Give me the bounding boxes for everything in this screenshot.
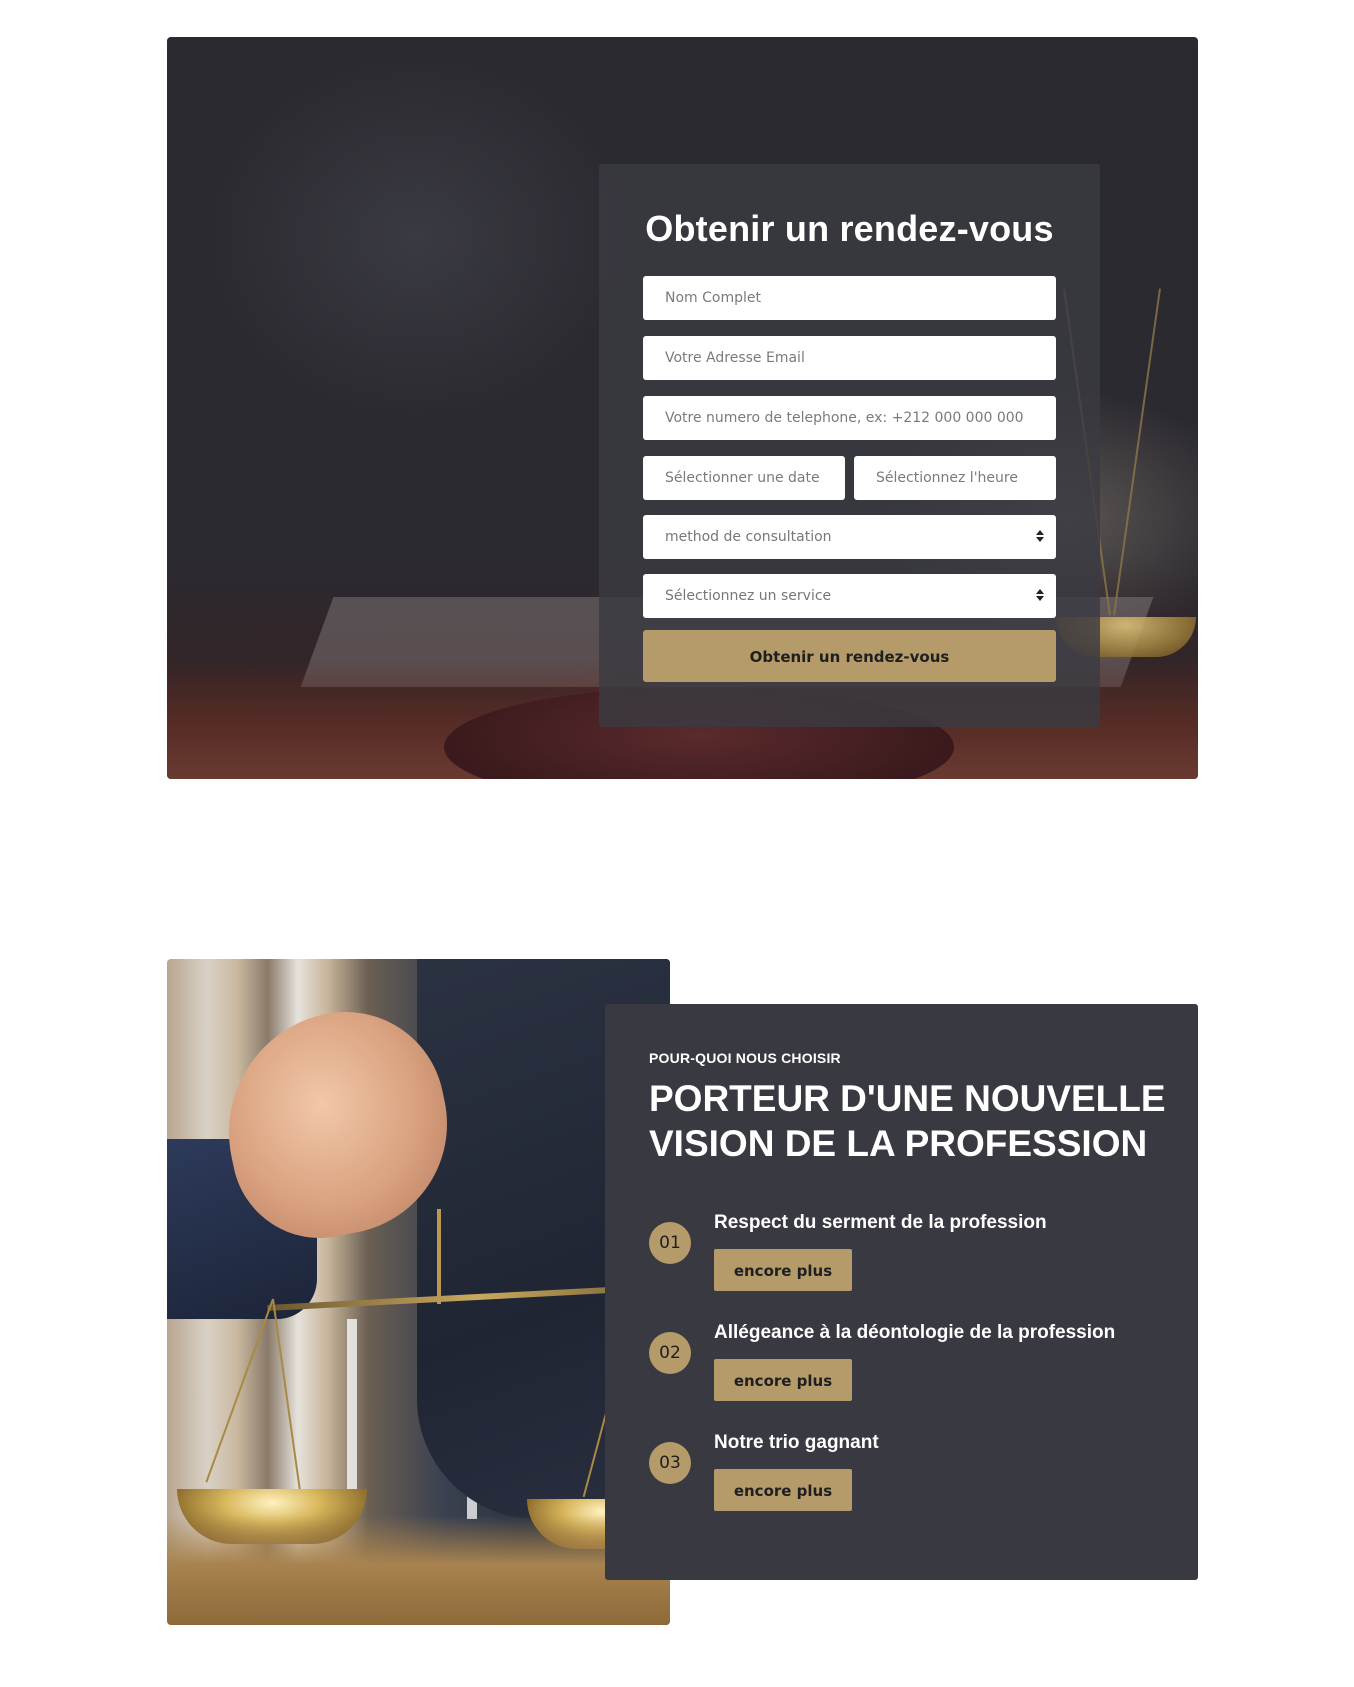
select-arrows-icon xyxy=(1036,588,1044,604)
item-number-badge: 02 xyxy=(649,1332,691,1374)
date-input[interactable] xyxy=(643,456,845,500)
consultation-method-select[interactable]: method de consultation xyxy=(643,515,1056,559)
item-number-badge: 03 xyxy=(649,1442,691,1484)
item-title: Respect du serment de la profession xyxy=(714,1212,1047,1233)
select-arrows-icon xyxy=(1036,529,1044,545)
time-input[interactable] xyxy=(854,456,1056,500)
full-name-input[interactable] xyxy=(643,276,1056,320)
appointment-section: Obtenir un rendez-vous method de consult… xyxy=(167,37,1198,779)
list-item: 03 Notre trio gagnant encore plus xyxy=(649,1432,1169,1522)
read-more-button[interactable]: encore plus xyxy=(714,1359,852,1401)
service-value: Sélectionnez un service xyxy=(665,588,832,604)
list-item: 02 Allégeance à la déontologie de la pro… xyxy=(649,1322,1169,1412)
why-choose-us-card: POUR-QUOI NOUS CHOISIR PORTEUR D'UNE NOU… xyxy=(605,1004,1198,1580)
form-title: Obtenir un rendez-vous xyxy=(645,208,1054,249)
appointment-form: Obtenir un rendez-vous method de consult… xyxy=(599,164,1100,727)
phone-input[interactable] xyxy=(643,396,1056,440)
item-number-badge: 01 xyxy=(649,1222,691,1264)
email-input[interactable] xyxy=(643,336,1056,380)
section-title: PORTEUR D'UNE NOUVELLE VISION DE LA PROF… xyxy=(649,1078,1166,1164)
read-more-button[interactable]: encore plus xyxy=(714,1249,852,1291)
item-title: Notre trio gagnant xyxy=(714,1432,879,1453)
service-select[interactable]: Sélectionnez un service xyxy=(643,574,1056,618)
section-eyebrow: POUR-QUOI NOUS CHOISIR xyxy=(649,1050,841,1066)
item-title: Allégeance à la déontologie de la profes… xyxy=(714,1322,1116,1343)
read-more-button[interactable]: encore plus xyxy=(714,1469,852,1511)
submit-appointment-button[interactable]: Obtenir un rendez-vous xyxy=(643,630,1056,682)
justice-scale-photo xyxy=(167,959,670,1625)
list-item: 01 Respect du serment de la profession e… xyxy=(649,1212,1169,1302)
consultation-method-value: method de consultation xyxy=(665,529,832,545)
